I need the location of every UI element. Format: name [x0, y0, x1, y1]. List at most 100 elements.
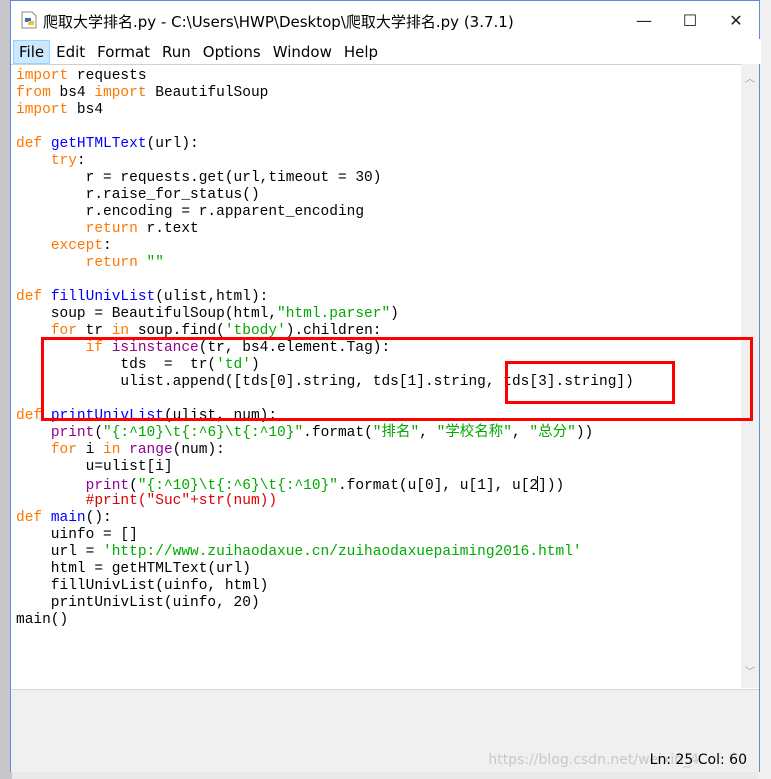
code-line[interactable]: [16, 119, 634, 136]
code-line[interactable]: #print("Suc"+str(num)): [16, 493, 634, 510]
code-line[interactable]: r.encoding = r.apparent_encoding: [16, 204, 634, 221]
scroll-up-icon[interactable]: ︿: [741, 70, 759, 85]
keyword-token: def: [16, 408, 43, 424]
keyword-token: def: [16, 136, 43, 152]
code-token: ,: [419, 425, 437, 441]
code-token: requests: [68, 68, 147, 84]
string-token: "": [146, 255, 164, 271]
code-token: r.raise_for_status(): [16, 187, 260, 203]
code-token: r.encoding = r.apparent_encoding: [16, 204, 365, 220]
code-line[interactable]: url = 'http://www.zuihaodaxue.cn/zuihaod…: [16, 544, 634, 561]
code-line[interactable]: fillUnivList(uinfo, html): [16, 578, 634, 595]
code-line[interactable]: import requests: [16, 68, 634, 85]
code-token: (url):: [146, 136, 199, 152]
python-file-icon: [21, 11, 37, 29]
code-token: (num):: [172, 442, 225, 458]
keyword-token: import: [16, 102, 69, 118]
code-token: BeautifulSoup: [146, 85, 269, 101]
keyword-token: except: [50, 238, 104, 254]
code-token: uinfo = []: [16, 527, 138, 543]
code-token: soup = BeautifulSoup(html,: [16, 306, 278, 322]
code-token: (: [129, 478, 138, 494]
code-token: :: [103, 238, 112, 254]
keyword-token: in: [103, 442, 121, 458]
keyword-token: from: [16, 85, 51, 101]
cursor-position: Ln: 25 Col: 60: [649, 752, 747, 768]
code-line[interactable]: html = getHTMLText(url): [16, 561, 634, 578]
code-token: (: [94, 425, 104, 441]
keyword-token: try: [50, 153, 77, 169]
keyword-token: def: [16, 510, 43, 526]
code-line[interactable]: r.raise_for_status(): [16, 187, 634, 204]
code-token: r = requests.get(url,timeout = 30): [16, 170, 382, 186]
code-line[interactable]: from bs4 import BeautifulSoup: [16, 85, 634, 102]
code-token: ,: [512, 425, 530, 441]
menu-help[interactable]: Help: [338, 40, 384, 64]
string-token: "排名": [372, 425, 420, 441]
code-token: bs4: [68, 102, 104, 118]
scroll-down-icon[interactable]: ﹀: [741, 663, 759, 678]
code-line[interactable]: except:: [16, 238, 634, 255]
definition-token: fillUnivList: [50, 289, 156, 305]
code-line[interactable]: try:: [16, 153, 634, 170]
code-line[interactable]: uinfo = []: [16, 527, 634, 544]
menu-window[interactable]: Window: [267, 40, 338, 64]
code-line[interactable]: return "": [16, 255, 634, 272]
code-token: ():: [85, 510, 112, 526]
code-token: .format(u[0], u[1], u[2: [337, 478, 539, 494]
close-button[interactable]: ✕: [713, 1, 759, 39]
code-token: fillUnivList(uinfo, html): [16, 578, 269, 594]
code-token: :: [76, 153, 86, 169]
string-token: "{:^10}\t{:^6}\t{:^10}": [137, 478, 338, 494]
maximize-button[interactable]: ☐: [667, 1, 713, 39]
keyword-token: def: [16, 289, 43, 305]
code-token: u=ulist[i]: [16, 459, 173, 475]
builtin-token: print: [85, 478, 130, 494]
definition-token: getHTMLText: [50, 136, 147, 152]
code-token: ): [390, 306, 399, 322]
code-token: .format(: [303, 425, 373, 441]
code-line[interactable]: main(): [16, 612, 634, 629]
menu-options[interactable]: Options: [197, 40, 267, 64]
status-bar: https://blog.csdn.net/weixin_4 Ln: 25 Co…: [11, 689, 759, 772]
minimize-button[interactable]: —: [621, 1, 667, 39]
code-line[interactable]: r = requests.get(url,timeout = 30): [16, 170, 634, 187]
code-line[interactable]: for i in range(num):: [16, 442, 634, 459]
keyword-token: for: [50, 442, 77, 458]
title-bar[interactable]: 爬取大学排名.py - C:\Users\HWP\Desktop\爬取大学排名.…: [11, 1, 759, 39]
code-line[interactable]: print("{:^10}\t{:^6}\t{:^10}".format("排名…: [16, 425, 634, 442]
code-line[interactable]: print("{:^10}\t{:^6}\t{:^10}".format(u[0…: [16, 476, 634, 494]
builtin-token: print: [50, 425, 95, 441]
code-line[interactable]: [16, 272, 634, 289]
menu-format[interactable]: Format: [91, 40, 156, 64]
code-line[interactable]: return r.text: [16, 221, 634, 238]
code-line[interactable]: import bs4: [16, 102, 634, 119]
keyword-token: import: [94, 85, 147, 101]
menu-edit[interactable]: Edit: [50, 40, 91, 64]
keyword-token: import: [16, 68, 69, 84]
code-token: i: [76, 442, 104, 458]
code-line[interactable]: def fillUnivList(ulist,html):: [16, 289, 634, 306]
keyword-token: return: [85, 255, 138, 271]
code-line[interactable]: soup = BeautifulSoup(html,"html.parser"): [16, 306, 634, 323]
menu-file[interactable]: File: [13, 39, 51, 64]
comment-token: #print("Suc"+str(num)): [85, 493, 278, 509]
menu-run[interactable]: Run: [156, 40, 197, 64]
code-line[interactable]: printUnivList(uinfo, 20): [16, 595, 634, 612]
keyword-token: return: [85, 221, 138, 237]
code-token: url =: [16, 544, 104, 560]
string-token: "html.parser": [277, 306, 391, 322]
code-line[interactable]: def getHTMLText(url):: [16, 136, 634, 153]
code-token: ])): [538, 478, 565, 494]
code-line[interactable]: def main():: [16, 510, 634, 527]
code-line[interactable]: u=ulist[i]: [16, 459, 634, 476]
definition-token: main: [50, 510, 86, 526]
